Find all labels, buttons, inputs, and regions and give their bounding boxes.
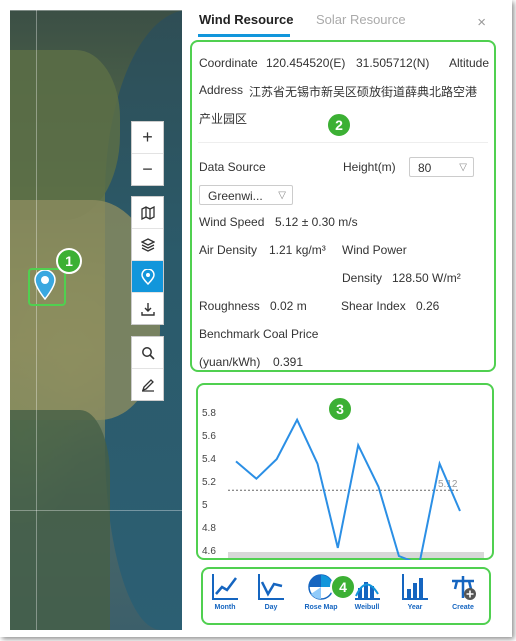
close-icon[interactable]: × xyxy=(477,14,486,31)
year-label: Year xyxy=(407,604,423,611)
location-pin-icon[interactable] xyxy=(132,261,163,293)
create-button[interactable]: Create xyxy=(443,570,483,620)
wind-power-label: Wind Power xyxy=(342,243,407,257)
coordinate-lon: 120.454520(E) xyxy=(266,56,346,70)
data-source-label: Data Source xyxy=(199,160,266,174)
altitude-label: Altitude xyxy=(449,56,490,70)
rose-map-label: Rose Map xyxy=(304,604,338,611)
y-tick-label: 5 xyxy=(202,500,208,511)
chart-bottom-band xyxy=(228,552,484,558)
y-tick-label: 5.2 xyxy=(202,477,216,488)
day-button[interactable]: Day xyxy=(251,570,291,620)
month-chart-icon xyxy=(212,574,238,600)
height-value: 80 xyxy=(418,161,432,175)
wind-speed-label: Wind Speed xyxy=(199,215,265,229)
wind-speed-value: 5.12 ± 0.30 m/s xyxy=(275,215,358,229)
wind-power-density-value: 128.50 W/m² xyxy=(392,271,461,285)
step-badge-2: 2 xyxy=(326,112,352,138)
shear-index-value: 0.26 xyxy=(416,299,440,313)
weibull-icon xyxy=(355,582,380,600)
month-label: Month xyxy=(214,604,236,611)
y-tick-label: 5.6 xyxy=(202,431,216,442)
create-icon xyxy=(452,576,476,600)
window-frame: + − 1 Wind Resource Solar Resource × Coo… xyxy=(0,0,512,637)
year-button[interactable]: Year xyxy=(395,570,435,620)
coordinate-label: Coordinate xyxy=(199,56,258,70)
zoom-out-icon[interactable]: − xyxy=(132,154,163,185)
height-label: Height(m) xyxy=(343,160,396,174)
shear-index-label: Shear Index xyxy=(341,299,406,313)
roughness-value: 0.02 m xyxy=(270,299,307,313)
active-tab-indicator xyxy=(198,34,290,37)
day-label: Day xyxy=(264,604,278,611)
chevron-down-icon: ▽ xyxy=(459,162,467,173)
wind-power-density-label: Density xyxy=(342,271,383,285)
day-chart-icon xyxy=(258,574,284,600)
coal-price-label: Benchmark Coal Price xyxy=(199,327,319,341)
data-source-value: Greenwi... xyxy=(208,189,263,203)
tab-wind-resource[interactable]: Wind Resource xyxy=(199,12,294,27)
resource-tabs: Wind Resource Solar Resource × xyxy=(182,0,512,38)
map-land xyxy=(10,410,110,630)
y-tick-label: 4.6 xyxy=(202,546,216,557)
zoom-in-icon[interactable]: + xyxy=(132,122,163,154)
search-icon[interactable] xyxy=(132,337,163,369)
year-chart-icon xyxy=(402,574,428,600)
air-density-value: 1.21 kg/m³ xyxy=(269,243,326,257)
address-line-2: 产业园区 xyxy=(199,112,248,126)
data-source-select[interactable]: Greenwi... ▽ xyxy=(199,185,293,205)
month-button[interactable]: Month xyxy=(205,570,245,620)
download-icon[interactable] xyxy=(132,293,163,324)
map-land xyxy=(10,50,120,220)
address-line-1: 江苏省无锡市新吴区硕放街道薛典北路空港 xyxy=(249,85,478,99)
layers-icon[interactable] xyxy=(132,229,163,261)
address-label: Address xyxy=(199,83,244,97)
map-toolbar xyxy=(131,196,164,325)
y-tick-label: 5.8 xyxy=(202,408,216,419)
step-badge-4: 4 xyxy=(330,574,356,600)
map-icon[interactable] xyxy=(132,197,163,229)
step-badge-1: 1 xyxy=(56,248,82,274)
search-toolbar xyxy=(131,336,164,401)
coordinate-lat: 31.505712(N) xyxy=(356,56,430,70)
step-badge-3: 3 xyxy=(327,396,353,422)
y-tick-label: 4.8 xyxy=(202,523,216,534)
height-select[interactable]: 80 ▽ xyxy=(409,157,474,177)
chevron-down-icon: ▽ xyxy=(278,190,286,201)
coal-price-value: 0.391 xyxy=(273,355,304,369)
coal-price-unit: (yuan/kWh) xyxy=(199,355,261,369)
create-label: Create xyxy=(452,604,474,611)
tab-solar-resource[interactable]: Solar Resource xyxy=(316,12,406,27)
edit-icon[interactable] xyxy=(132,369,163,400)
weibull-label: Weibull xyxy=(354,604,380,611)
air-density-label: Air Density xyxy=(199,243,258,257)
map-marker-icon[interactable] xyxy=(34,269,56,305)
divider xyxy=(198,142,488,143)
y-tick-label: 5.4 xyxy=(202,454,216,465)
roughness-label: Roughness xyxy=(199,299,260,313)
zoom-toolbar: + − xyxy=(131,121,164,186)
map-grid-line xyxy=(36,10,37,630)
